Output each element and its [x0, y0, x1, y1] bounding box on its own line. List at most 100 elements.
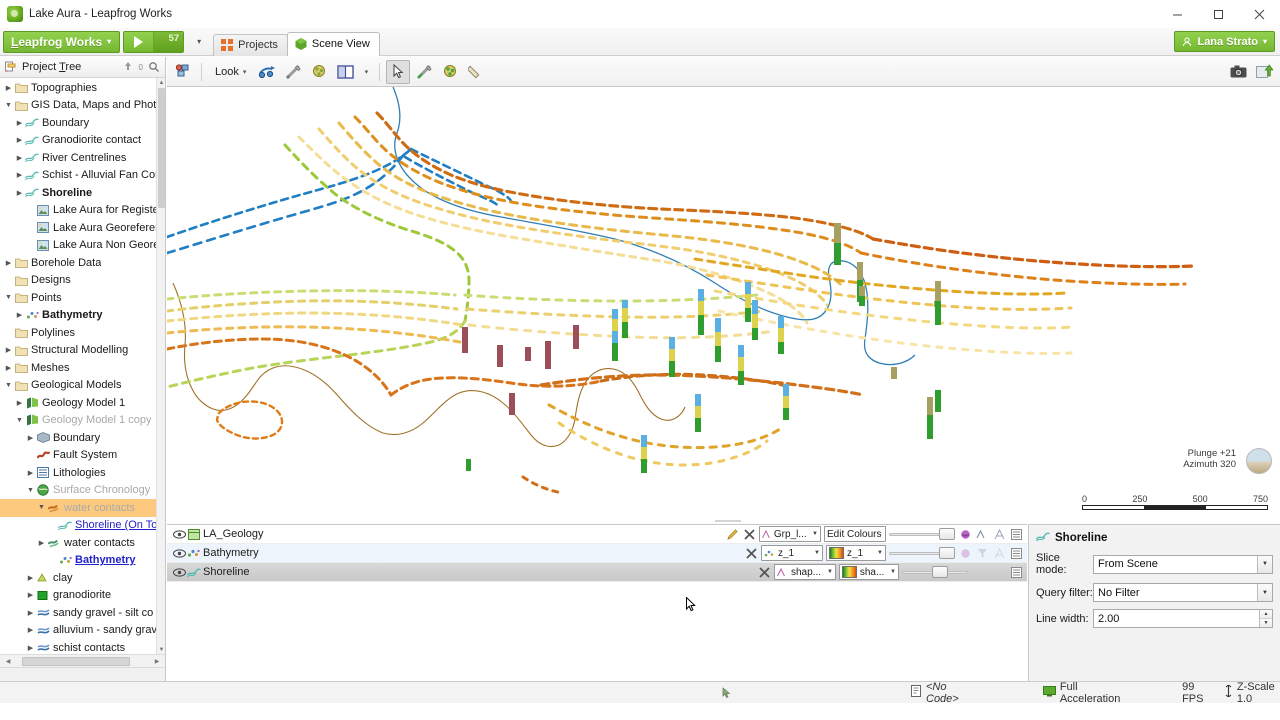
- chevron-right-icon[interactable]: ▶: [25, 469, 36, 477]
- tree-item-alluvium-sandy-grav[interactable]: ▶ alluvium - sandy grav: [0, 622, 165, 640]
- colour-sphere-icon[interactable]: [958, 527, 972, 541]
- tree-item-designs[interactable]: Designs: [0, 272, 165, 290]
- clip-icon[interactable]: [307, 60, 331, 84]
- text-icon[interactable]: [992, 546, 1006, 560]
- scene-view-canvas[interactable]: Plunge +21 Azimuth 320 0 250 500 750: [167, 87, 1280, 522]
- colour-sphere-icon[interactable]: [958, 546, 972, 560]
- scroll-left-icon[interactable]: ◀: [2, 656, 14, 667]
- legend-icon[interactable]: [1009, 527, 1023, 541]
- tree-item-lake-aura-non-georeferenc[interactable]: Lake Aura Non Georeferenc: [0, 237, 165, 255]
- chevron-right-icon[interactable]: ▶: [3, 84, 14, 92]
- camera-snapshot-icon[interactable]: [1226, 60, 1250, 84]
- chevron-down-icon[interactable]: ▼: [14, 417, 25, 424]
- slice-mode-dropdown[interactable]: From Scene ▼: [1093, 554, 1273, 574]
- colour-by-dropdown[interactable]: Grp_l... ▼: [759, 526, 821, 542]
- tree-item-geology-model-1-copy[interactable]: ▼ Geology Model 1 copy: [0, 412, 165, 430]
- tree-item-shoreline-on-top[interactable]: Shoreline (On Top): [0, 517, 165, 535]
- chevron-right-icon[interactable]: ▶: [25, 574, 36, 582]
- chevron-down-icon[interactable]: ▼: [25, 487, 36, 494]
- draw-polygon-icon[interactable]: [438, 60, 462, 84]
- tab-projects[interactable]: Projects: [213, 33, 288, 56]
- toolbar-overflow-button[interactable]: ▾: [190, 31, 208, 53]
- move-camera-icon[interactable]: [255, 60, 279, 84]
- colour-by-dropdown[interactable]: shap... ▼: [774, 564, 836, 580]
- shape-list-row[interactable]: LA_Geology Grp_l... ▼ Edit Colours: [167, 525, 1027, 544]
- search-icon[interactable]: [147, 60, 161, 74]
- chevron-right-icon[interactable]: ▶: [14, 136, 25, 144]
- tree-item-schist-alluvial-fan-contac[interactable]: ▶ Schist - Alluvial Fan Contac: [0, 167, 165, 185]
- close-button[interactable]: [1239, 0, 1280, 28]
- tree-item-geology-model-1[interactable]: ▶ Geology Model 1: [0, 394, 165, 412]
- maximize-button[interactable]: [1198, 0, 1239, 28]
- shape-list-row[interactable]: Shoreline shap... ▼ sha... ▼: [167, 563, 1027, 582]
- tree-item-meshes[interactable]: ▶ Meshes: [0, 359, 165, 377]
- draw-line-icon[interactable]: [412, 60, 436, 84]
- scroll-right-icon[interactable]: ▶: [151, 656, 163, 667]
- scene-settings-icon[interactable]: [171, 60, 195, 84]
- user-account-button[interactable]: Lana Strato ▾: [1174, 31, 1275, 52]
- legend-icon[interactable]: [1009, 546, 1023, 560]
- tree-item-points[interactable]: ▼ Points: [0, 289, 165, 307]
- chevron-right-icon[interactable]: ▶: [14, 171, 25, 179]
- split-view-icon[interactable]: [333, 60, 357, 84]
- chevron-right-icon[interactable]: ▶: [25, 626, 36, 634]
- tree-item-water-contacts[interactable]: ▶ water contacts: [0, 534, 165, 552]
- play-button[interactable]: [124, 31, 155, 52]
- tree-item-schist-contacts[interactable]: ▶ schist contacts: [0, 639, 165, 654]
- scroll-up-icon[interactable]: ▲: [157, 78, 165, 87]
- line-width-input[interactable]: 2.00 ▲ ▼: [1093, 609, 1273, 628]
- chevron-right-icon[interactable]: ▶: [14, 311, 25, 319]
- scroll-down-icon[interactable]: ▼: [157, 645, 165, 654]
- measure-icon[interactable]: [281, 60, 305, 84]
- chevron-right-icon[interactable]: ▶: [36, 539, 47, 547]
- select-pointer-icon[interactable]: [386, 59, 411, 84]
- legend-icon[interactable]: [1009, 565, 1023, 579]
- tree-item-boundary[interactable]: ▶ Boundary: [0, 114, 165, 132]
- chevron-down-icon[interactable]: ▼: [3, 382, 14, 389]
- tree-item-boundary[interactable]: ▶ Boundary: [0, 429, 165, 447]
- tree-item-granodiorite-contact[interactable]: ▶ Granodiorite contact: [0, 132, 165, 150]
- minimize-button[interactable]: [1157, 0, 1198, 28]
- opacity-slider[interactable]: [889, 546, 955, 560]
- tree-item-fault-system[interactable]: Fault System: [0, 447, 165, 465]
- chevron-right-icon[interactable]: ▶: [14, 154, 25, 162]
- chevron-right-icon[interactable]: ▶: [14, 119, 25, 127]
- tree-item-structural-modelling[interactable]: ▶ Structural Modelling: [0, 342, 165, 360]
- chevron-right-icon[interactable]: ▶: [25, 644, 36, 652]
- chevron-down-icon[interactable]: ▼: [3, 294, 14, 301]
- tree-horizontal-scrollbar[interactable]: ◀ ▶: [0, 654, 165, 667]
- chevron-down-icon[interactable]: ▼: [3, 102, 14, 109]
- chevron-right-icon[interactable]: ▶: [3, 364, 14, 372]
- look-button[interactable]: Look ▾: [208, 61, 253, 83]
- export-scene-icon[interactable]: [1252, 60, 1276, 84]
- chevron-right-icon[interactable]: ▶: [14, 399, 25, 407]
- tree-item-shoreline[interactable]: ▶ Shoreline: [0, 184, 165, 202]
- eye-icon[interactable]: [172, 529, 186, 539]
- text-icon[interactable]: [992, 527, 1006, 541]
- tree-item-geological-models[interactable]: ▼ Geological Models: [0, 377, 165, 395]
- orientation-ball-icon[interactable]: [1246, 448, 1272, 474]
- tree-item-water-contacts[interactable]: ▼ water contacts: [0, 499, 165, 517]
- filter-icon[interactable]: [975, 546, 989, 560]
- eye-icon[interactable]: [172, 567, 186, 577]
- tree-item-bathymetry[interactable]: ▶ Bathymetry: [0, 307, 165, 325]
- tree-item-topographies[interactable]: ▶ Topographies: [0, 79, 165, 97]
- query-filter-dropdown[interactable]: No Filter ▼: [1093, 583, 1273, 602]
- ruler-icon[interactable]: [464, 60, 488, 84]
- remove-icon[interactable]: [742, 527, 756, 541]
- tree-vertical-scrollbar[interactable]: ▲ ▼: [156, 78, 165, 654]
- remove-icon[interactable]: [757, 565, 771, 579]
- leapfrog-works-menu-button[interactable]: Leapfrog Works ▾: [3, 30, 121, 53]
- edge-icon[interactable]: [975, 527, 989, 541]
- eye-icon[interactable]: [172, 548, 186, 558]
- chevron-right-icon[interactable]: ▶: [3, 346, 14, 354]
- tree-item-lake-aura-for-registeration[interactable]: Lake Aura for Registeration: [0, 202, 165, 220]
- scroll-grip[interactable]: [715, 520, 741, 522]
- shape-list-row[interactable]: Bathymetry z_1 ▼ z_1 ▼: [167, 544, 1027, 563]
- legend-dropdown[interactable]: z_1 ▼: [826, 545, 886, 561]
- tab-scene-view[interactable]: Scene View: [286, 31, 380, 56]
- chevron-right-icon[interactable]: ▶: [3, 259, 14, 267]
- chevron-right-icon[interactable]: ▶: [25, 591, 36, 599]
- chevron-right-icon[interactable]: ▶: [25, 434, 36, 442]
- tree-item-borehole-data[interactable]: ▶ Borehole Data: [0, 254, 165, 272]
